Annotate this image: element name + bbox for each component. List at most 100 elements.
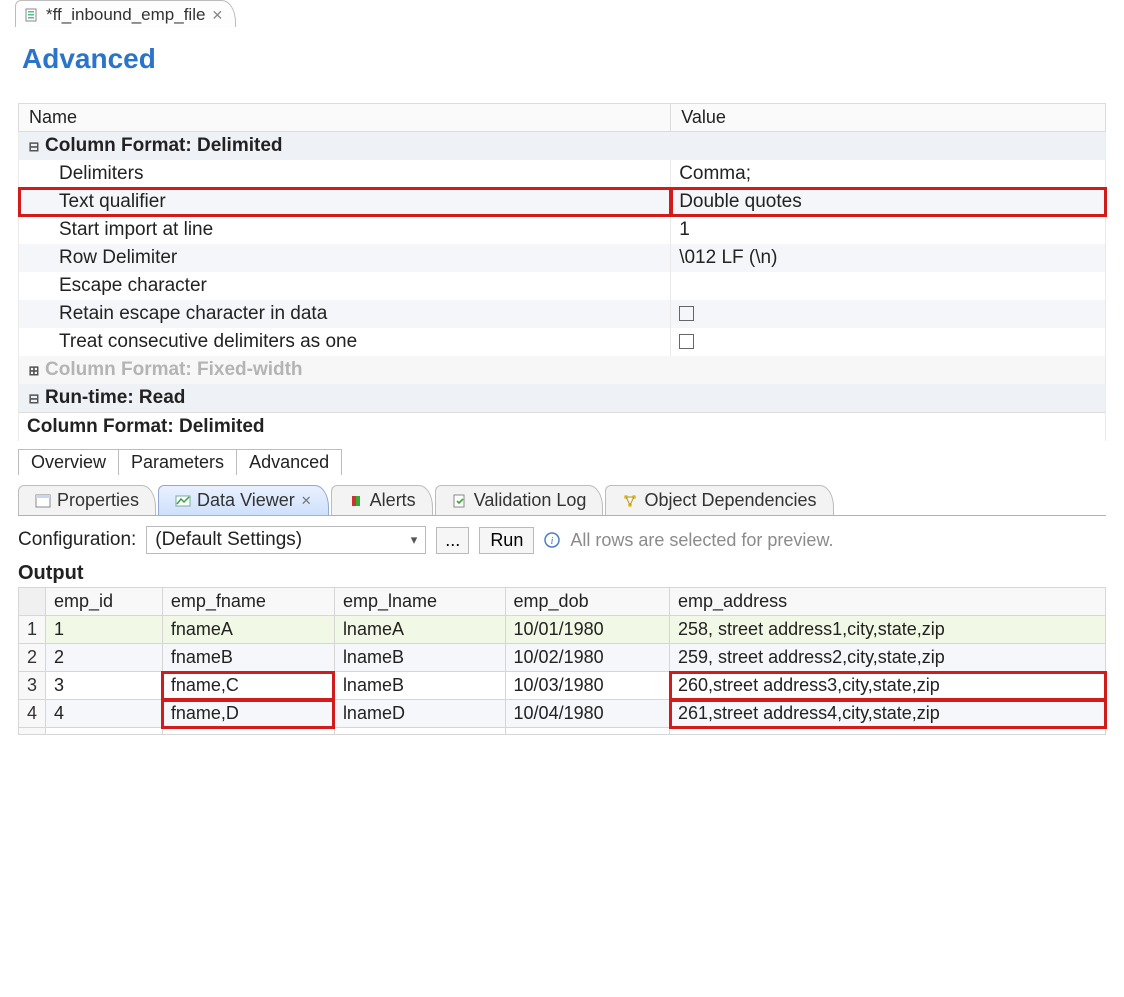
cell[interactable]: 10/02/1980 — [505, 644, 669, 672]
group-runtime-read[interactable]: ⊟Run-time: Read — [19, 384, 1106, 413]
prop-value[interactable] — [671, 300, 1106, 328]
tab-properties[interactable]: Properties — [18, 485, 156, 515]
prop-value[interactable]: Double quotes — [671, 188, 1106, 216]
svg-text:i: i — [551, 535, 554, 547]
tab-label: Validation Log — [474, 490, 587, 511]
tab-overview[interactable]: Overview — [18, 449, 119, 475]
group-column-format-delimited[interactable]: ⊟Column Format: Delimited — [19, 132, 1106, 161]
row-number: 3 — [19, 672, 46, 700]
col-value-header[interactable]: Value — [671, 104, 1106, 132]
col-header[interactable]: emp_dob — [505, 588, 669, 616]
cell[interactable]: 259, street address2,city,state,zip — [670, 644, 1106, 672]
prop-treat-consecutive[interactable]: Treat consecutive delimiters as one — [19, 328, 1106, 356]
tab-label: Object Dependencies — [644, 490, 816, 511]
col-header[interactable]: emp_lname — [334, 588, 505, 616]
cell[interactable]: 261,street address4,city,state,zip — [670, 700, 1106, 728]
prop-label: Text qualifier — [19, 188, 671, 216]
tab-data-viewer[interactable]: Data Viewer ✕ — [158, 485, 329, 515]
cell[interactable]: fnameB — [162, 644, 334, 672]
cell[interactable]: 10/03/1980 — [505, 672, 669, 700]
prop-value[interactable]: \012 LF (\n) — [671, 244, 1106, 272]
chevron-down-icon: ▾ — [411, 532, 418, 548]
cell[interactable]: fnameA — [162, 616, 334, 644]
data-viewer-icon — [175, 493, 191, 509]
tab-alerts[interactable]: Alerts — [331, 485, 433, 515]
col-header[interactable]: emp_id — [46, 588, 163, 616]
cell[interactable]: fname,D — [162, 700, 334, 728]
checkbox-unchecked-icon[interactable] — [679, 306, 694, 321]
editor-tab-strip: *ff_inbound_emp_file ✕ — [0, 0, 1124, 27]
tab-label: Data Viewer — [197, 490, 295, 511]
expand-icon[interactable]: ⊞ — [27, 363, 41, 379]
group-column-format-fixed-width[interactable]: ⊞Column Format: Fixed-width — [19, 356, 1106, 384]
cell[interactable]: 1 — [46, 616, 163, 644]
cell[interactable]: fname,C — [162, 672, 334, 700]
collapse-icon[interactable]: ⊟ — [27, 139, 41, 155]
run-button[interactable]: Run — [479, 527, 534, 554]
footer-group: Column Format: Delimited — [19, 413, 1106, 442]
cell[interactable]: lnameA — [334, 616, 505, 644]
cell[interactable]: 2 — [46, 644, 163, 672]
tab-validation-log[interactable]: Validation Log — [435, 485, 604, 515]
editor-tab[interactable]: *ff_inbound_emp_file ✕ — [15, 0, 236, 27]
group-label: Run-time: Read — [45, 387, 185, 408]
group-label: Column Format: Delimited — [45, 135, 283, 156]
checkbox-unchecked-icon[interactable] — [679, 334, 694, 349]
col-header[interactable]: emp_address — [670, 588, 1106, 616]
cell[interactable]: lnameD — [334, 700, 505, 728]
output-row[interactable]: 4 4 fname,D lnameD 10/04/1980 261,street… — [19, 700, 1106, 728]
prop-retain-escape[interactable]: Retain escape character in data — [19, 300, 1106, 328]
tab-advanced[interactable]: Advanced — [236, 449, 342, 475]
tab-parameters[interactable]: Parameters — [118, 449, 237, 475]
validation-log-icon — [452, 493, 468, 509]
configuration-row: Configuration: (Default Settings) ▾ ... … — [18, 526, 1106, 554]
cell[interactable]: 10/04/1980 — [505, 700, 669, 728]
prop-label: Start import at line — [19, 216, 671, 244]
object-dependencies-icon — [622, 493, 638, 509]
prop-start-import-line[interactable]: Start import at line 1 — [19, 216, 1106, 244]
cell[interactable]: lnameB — [334, 644, 505, 672]
collapse-icon[interactable]: ⊟ — [27, 391, 41, 407]
cell[interactable]: lnameB — [334, 672, 505, 700]
prop-row-delimiter[interactable]: Row Delimiter \012 LF (\n) — [19, 244, 1106, 272]
configuration-browse-button[interactable]: ... — [436, 527, 469, 554]
col-header[interactable]: emp_fname — [162, 588, 334, 616]
prop-value[interactable] — [671, 328, 1106, 356]
configuration-selected: (Default Settings) — [155, 529, 302, 551]
footer-label: Column Format: Delimited — [19, 413, 1106, 442]
prop-escape-character[interactable]: Escape character — [19, 272, 1106, 300]
output-header-row: emp_id emp_fname emp_lname emp_dob emp_a… — [19, 588, 1106, 616]
info-icon: i — [544, 532, 560, 548]
file-icon — [24, 7, 40, 23]
output-row[interactable]: 1 1 fnameA lnameA 10/01/1980 258, street… — [19, 616, 1106, 644]
prop-text-qualifier[interactable]: Text qualifier Double quotes — [19, 188, 1106, 216]
configuration-select[interactable]: (Default Settings) ▾ — [146, 526, 426, 554]
editor-tab-title: *ff_inbound_emp_file — [46, 5, 205, 25]
rownum-header — [19, 588, 46, 616]
prop-delimiters[interactable]: Delimiters Comma; — [19, 160, 1106, 188]
tab-label: Alerts — [370, 490, 416, 511]
cell[interactable]: 3 — [46, 672, 163, 700]
configuration-label: Configuration: — [18, 529, 136, 551]
cell[interactable]: 4 — [46, 700, 163, 728]
col-name-header[interactable]: Name — [19, 104, 671, 132]
cell[interactable]: 258, street address1,city,state,zip — [670, 616, 1106, 644]
output-row[interactable]: 3 3 fname,C lnameB 10/03/1980 260,street… — [19, 672, 1106, 700]
prop-value[interactable] — [671, 272, 1106, 300]
tab-label: Properties — [57, 490, 139, 511]
tab-object-dependencies[interactable]: Object Dependencies — [605, 485, 833, 515]
output-grid: emp_id emp_fname emp_lname emp_dob emp_a… — [18, 587, 1106, 735]
page-tab-strip: Overview Parameters Advanced — [18, 449, 1106, 475]
preview-hint: All rows are selected for preview. — [570, 530, 833, 551]
close-icon[interactable]: ✕ — [211, 7, 223, 24]
prop-value[interactable]: 1 — [671, 216, 1106, 244]
row-number: 2 — [19, 644, 46, 672]
view-tab-strip: Properties Data Viewer ✕ Alerts Validati… — [18, 485, 1106, 516]
output-row[interactable]: 2 2 fnameB lnameB 10/02/1980 259, street… — [19, 644, 1106, 672]
row-number — [19, 728, 46, 735]
prop-value[interactable]: Comma; — [671, 160, 1106, 188]
cell[interactable]: 10/01/1980 — [505, 616, 669, 644]
prop-label: Row Delimiter — [19, 244, 671, 272]
close-icon[interactable]: ✕ — [301, 493, 312, 509]
cell[interactable]: 260,street address3,city,state,zip — [670, 672, 1106, 700]
